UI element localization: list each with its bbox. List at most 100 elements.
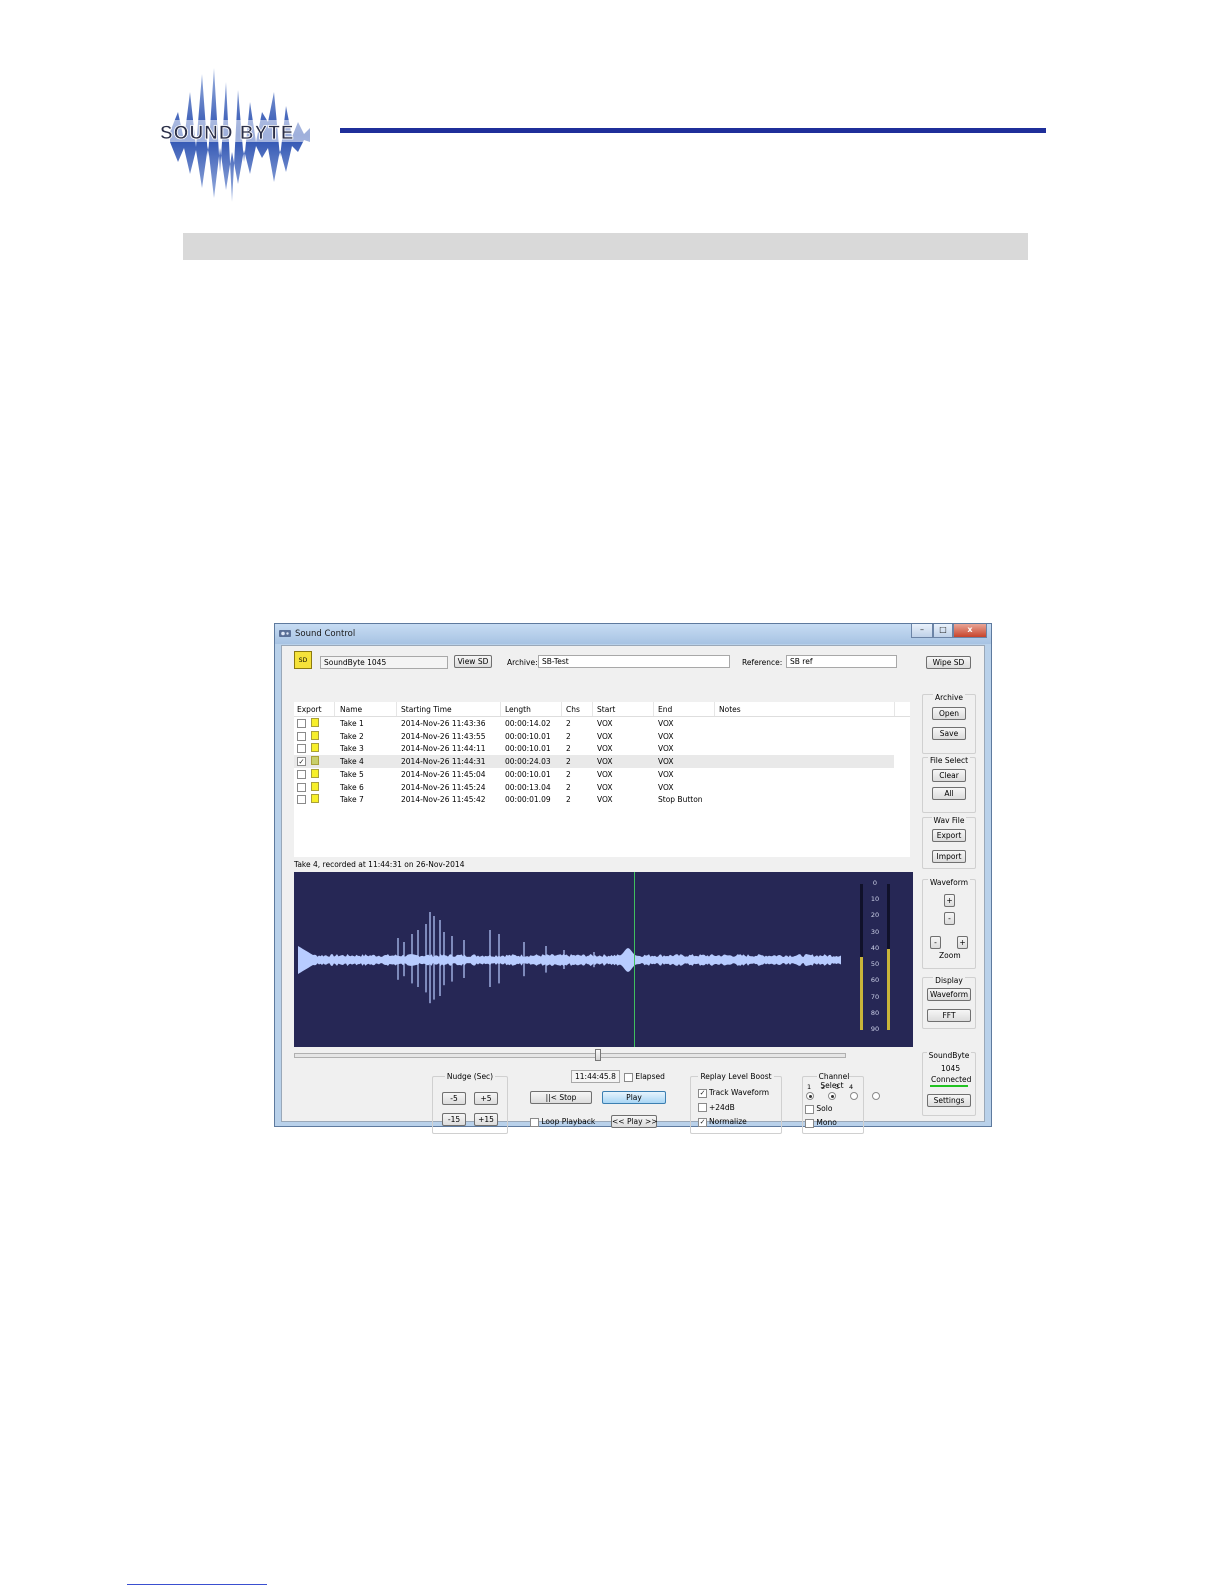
cell-chs: 2 bbox=[566, 719, 571, 728]
meter-tick-label: 10 bbox=[870, 895, 880, 904]
cell-start-time: 2014-Nov-26 11:45:04 bbox=[401, 769, 486, 779]
elapsed-check-box[interactable] bbox=[624, 1072, 633, 1082]
nudge-minus-5-button[interactable]: -5 bbox=[442, 1092, 466, 1105]
cell-length: 00:00:10.01 bbox=[505, 744, 551, 754]
channel-number: 4 bbox=[849, 1083, 854, 1091]
minimize-button[interactable]: – bbox=[911, 624, 933, 638]
table-row[interactable]: Take 1 2014-Nov-26 11:43:36 00:00:14.02 2 VO… bbox=[294, 717, 894, 730]
export-checkbox[interactable]: ✓ bbox=[297, 757, 306, 767]
export-checkbox[interactable] bbox=[297, 719, 306, 728]
sd-file-icon bbox=[311, 768, 319, 778]
device-name-field: SoundByte 1045 bbox=[320, 656, 448, 669]
wipe-sd-button[interactable]: Wipe SD bbox=[926, 656, 971, 669]
cell-start: VOX bbox=[597, 795, 613, 805]
col-notes[interactable]: Notes bbox=[719, 705, 741, 714]
nudge-plus-5-button[interactable]: +5 bbox=[474, 1092, 498, 1105]
close-button[interactable]: x bbox=[953, 624, 987, 638]
solo-checkbox[interactable]: Solo bbox=[805, 1104, 832, 1114]
mono-checkbox[interactable]: Mono bbox=[805, 1118, 837, 1128]
boost-option[interactable]: +24dB bbox=[698, 1102, 735, 1112]
position-slider-track[interactable] bbox=[294, 1053, 846, 1058]
col-end[interactable]: End bbox=[658, 705, 672, 714]
elapsed-checkbox[interactable]: Elapsed bbox=[624, 1072, 665, 1082]
settings-button[interactable]: Settings bbox=[927, 1094, 971, 1107]
table-row[interactable]: Take 2 2014-Nov-26 11:43:55 00:00:10.01 2 VO… bbox=[294, 730, 894, 743]
col-export[interactable]: Export bbox=[297, 705, 322, 714]
table-row[interactable]: Take 3 2014-Nov-26 11:44:11 00:00:10.01 2 VO… bbox=[294, 742, 894, 755]
play-nudge-button[interactable]: << Play >> bbox=[611, 1115, 658, 1128]
archive-save-button[interactable]: Save bbox=[932, 727, 966, 740]
col-length[interactable]: Length bbox=[505, 705, 531, 714]
file-select-title: File Select bbox=[927, 756, 971, 765]
col-chs[interactable]: Chs bbox=[566, 705, 580, 714]
cell-start: VOX bbox=[597, 769, 613, 779]
stop-button[interactable]: ||< Stop bbox=[530, 1091, 592, 1104]
zoom-out-button[interactable]: - bbox=[930, 936, 941, 949]
cell-end: VOX bbox=[658, 731, 674, 741]
loop-check-box[interactable] bbox=[530, 1117, 539, 1127]
mono-label: Mono bbox=[816, 1118, 837, 1127]
wav-export-button[interactable]: Export bbox=[932, 829, 966, 842]
archive-open-button[interactable]: Open bbox=[932, 707, 966, 720]
zoom-in-button[interactable]: + bbox=[957, 936, 968, 949]
view-sd-button[interactable]: View SD bbox=[454, 655, 492, 668]
cell-end: VOX bbox=[658, 719, 674, 728]
channel-number: 3 bbox=[835, 1083, 840, 1091]
cell-start-time: 2014-Nov-26 11:44:11 bbox=[401, 744, 486, 754]
nudge-minus-15-button[interactable]: -15 bbox=[442, 1113, 466, 1126]
export-checkbox[interactable] bbox=[297, 744, 306, 754]
table-row[interactable]: Take 7 2014-Nov-26 11:45:42 00:00:01.09 2 VO… bbox=[294, 793, 894, 806]
display-waveform-button[interactable]: Waveform bbox=[927, 988, 971, 1001]
table-row[interactable]: ✓ Take 4 2014-Nov-26 11:44:31 00:00:24.03 2 V… bbox=[294, 755, 894, 768]
cell-length: 00:00:24.03 bbox=[505, 757, 551, 767]
mono-check-box[interactable] bbox=[805, 1118, 814, 1128]
col-name[interactable]: Name bbox=[340, 705, 362, 714]
boost-check-box[interactable]: ✓ bbox=[698, 1088, 707, 1098]
channel-2-radio[interactable] bbox=[828, 1092, 836, 1100]
device-group-title: SoundByte bbox=[926, 1051, 972, 1060]
position-slider-thumb[interactable] bbox=[594, 1049, 601, 1061]
channel-1-radio[interactable] bbox=[806, 1092, 814, 1100]
waveform-view[interactable]: 0 10 20 30 40 50 60 70 80 90 bbox=[294, 872, 913, 1047]
table-row[interactable]: Take 6 2014-Nov-26 11:45:24 00:00:13.04 2 VO… bbox=[294, 781, 894, 794]
channel-3-radio[interactable] bbox=[850, 1092, 858, 1100]
cell-name: Take 6 bbox=[340, 782, 364, 792]
export-checkbox[interactable] bbox=[297, 731, 306, 741]
table-row[interactable]: Take 5 2014-Nov-26 11:45:04 00:00:10.01 2 VO… bbox=[294, 768, 894, 781]
solo-label: Solo bbox=[816, 1104, 833, 1113]
waveform-gain-minus-button[interactable]: - bbox=[944, 912, 955, 925]
elapsed-label: Elapsed bbox=[635, 1072, 665, 1081]
play-button[interactable]: Play bbox=[602, 1091, 666, 1104]
waveform-gain-plus-button[interactable]: + bbox=[944, 894, 955, 907]
boost-option-label: +24dB bbox=[709, 1102, 735, 1112]
archive-input[interactable]: SB-Test bbox=[538, 655, 730, 668]
col-start[interactable]: Start bbox=[597, 705, 615, 714]
export-checkbox[interactable] bbox=[297, 769, 306, 779]
file-select-clear-button[interactable]: Clear bbox=[932, 769, 966, 782]
col-starting-time[interactable]: Starting Time bbox=[401, 705, 452, 714]
meter-tick-label: 70 bbox=[870, 992, 880, 1001]
nudge-plus-15-button[interactable]: +15 bbox=[474, 1113, 498, 1126]
display-group-title: Display bbox=[933, 976, 965, 985]
solo-check-box[interactable] bbox=[805, 1104, 814, 1114]
boost-check-box[interactable]: ✓ bbox=[698, 1117, 707, 1127]
channel-4-radio[interactable] bbox=[872, 1092, 880, 1100]
playhead-line[interactable] bbox=[634, 872, 635, 1047]
takes-table: Export Name Starting Time Length Chs Sta… bbox=[294, 702, 910, 857]
cell-name: Take 7 bbox=[340, 795, 364, 805]
cell-end: VOX bbox=[658, 782, 674, 792]
boost-check-box[interactable] bbox=[698, 1103, 707, 1112]
title-bar[interactable]: Sound Control – □ x bbox=[275, 624, 991, 644]
export-checkbox[interactable] bbox=[297, 795, 306, 805]
loop-playback-checkbox[interactable]: Loop Playback bbox=[530, 1117, 595, 1127]
maximize-button[interactable]: □ bbox=[933, 624, 953, 638]
display-fft-button[interactable]: FFT bbox=[927, 1009, 971, 1022]
reference-input[interactable]: SB ref bbox=[786, 655, 897, 668]
wav-import-button[interactable]: Import bbox=[932, 850, 966, 863]
boost-option[interactable]: ✓ Track Waveform bbox=[698, 1088, 769, 1098]
boost-option[interactable]: ✓ Normalize bbox=[698, 1117, 747, 1127]
meter-left-level bbox=[860, 957, 863, 1030]
file-select-all-button[interactable]: All bbox=[932, 787, 966, 800]
export-checkbox[interactable] bbox=[297, 782, 306, 792]
file-select-group: File Select bbox=[922, 756, 976, 813]
